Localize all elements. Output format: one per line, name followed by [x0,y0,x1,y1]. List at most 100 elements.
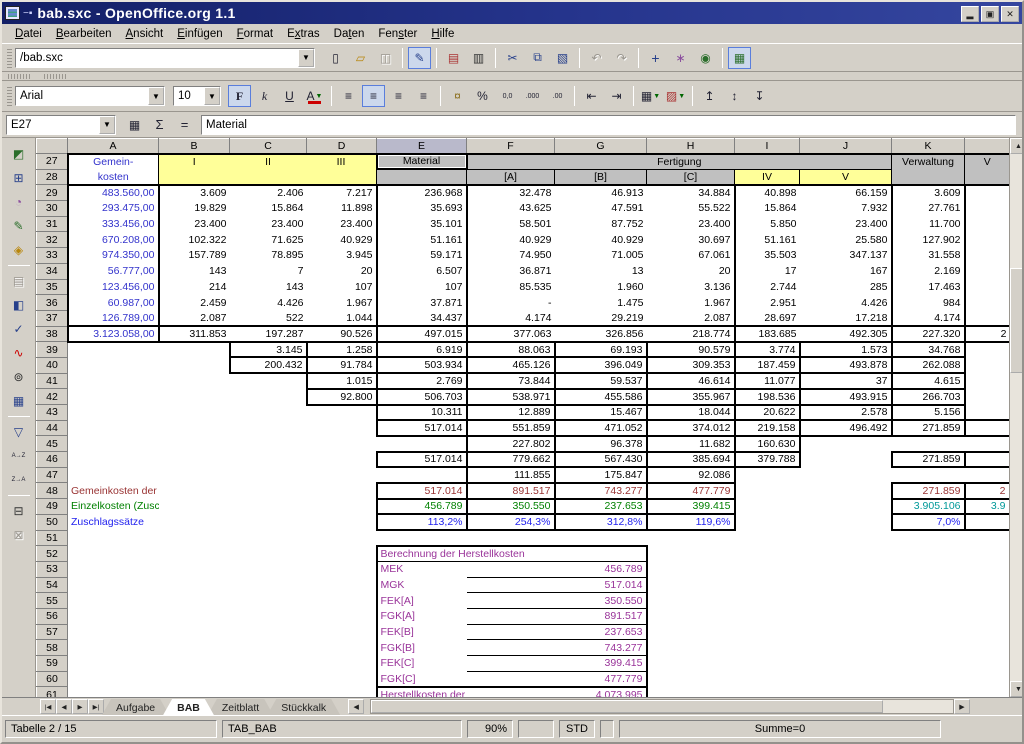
cell-F27[interactable]: Fertigung [467,154,892,170]
cell-E55[interactable]: FEK[A] [377,593,467,609]
cell-G46[interactable]: 567.430 [555,452,647,468]
cell-B49[interactable] [159,499,230,515]
cell-E42[interactable]: 506.703 [377,389,467,405]
cell-B32[interactable]: 102.322 [159,232,230,248]
cell-D51[interactable] [307,530,377,546]
align-top-button[interactable]: ↥ [698,85,721,107]
cell-K29[interactable]: 3.609 [892,185,965,201]
cell-I51[interactable] [735,530,800,546]
column-header-L[interactable] [965,139,1010,154]
vertical-scrollbar[interactable]: ▲ ▼ [1009,138,1022,697]
cell-D40[interactable]: 91.784 [307,357,377,373]
cell-E31[interactable]: 35.101 [377,216,467,232]
cell-C35[interactable]: 143 [230,279,307,295]
toolbar-handle[interactable] [7,86,12,106]
cell-E38[interactable]: 497.015 [377,326,467,342]
cell-G47[interactable]: 175.847 [555,467,647,483]
cell-D30[interactable]: 11.898 [307,201,377,217]
cell-B43[interactable] [159,405,230,421]
cell-B55[interactable] [159,593,230,609]
cell-I60[interactable] [735,671,800,687]
cell-L54[interactable] [965,577,1010,593]
row-header-51[interactable]: 51 [37,530,68,546]
align-center-button[interactable]: ≡ [362,85,385,107]
cell-G40[interactable]: 396.049 [555,357,647,373]
cell-I39[interactable]: 3.774 [735,342,800,358]
cell-F35[interactable]: 85.535 [467,279,555,295]
cell-E27[interactable]: Material [377,154,467,170]
cell-H38[interactable]: 218.774 [647,326,735,342]
cell-A39[interactable] [68,342,159,358]
align-left-button[interactable]: ≡ [337,85,360,107]
stub-handle-icon[interactable] [44,74,66,79]
function-button[interactable]: = [173,114,196,136]
cell-A37[interactable]: 126.789,00 [68,310,159,326]
row-header-40[interactable]: 40 [37,357,68,373]
cell-F38[interactable]: 377.063 [467,326,555,342]
cell-A30[interactable]: 293.475,00 [68,201,159,217]
cell-A45[interactable] [68,436,159,452]
cell-D55[interactable] [307,593,377,609]
row-header-38[interactable]: 38 [37,326,68,342]
cell-A59[interactable] [68,656,159,672]
cell-I34[interactable]: 17 [735,263,800,279]
cell-K33[interactable]: 31.558 [892,248,965,264]
cell-G42[interactable]: 455.586 [555,389,647,405]
cell-E32[interactable]: 51.161 [377,232,467,248]
cell-L49[interactable]: 3.9 [965,499,1010,515]
cell-D57[interactable] [307,624,377,640]
cell-I57[interactable] [735,624,800,640]
cell-F34[interactable]: 36.871 [467,263,555,279]
font-size-input[interactable] [174,90,204,102]
first-sheet-button[interactable]: |◀ [40,699,56,714]
cell-D60[interactable] [307,671,377,687]
cell-C33[interactable]: 78.895 [230,248,307,264]
bold-button[interactable]: F [228,85,251,107]
cell-E58[interactable]: FGK[B] [377,640,467,656]
draw-functions-button[interactable]: ✎ [6,214,32,238]
cell-G31[interactable]: 87.752 [555,216,647,232]
cell-K47[interactable] [892,467,965,483]
background-color-dropdown-icon[interactable]: ▼ [678,93,685,100]
cell-L57[interactable] [965,624,1010,640]
menu-daten[interactable]: Daten [327,26,372,42]
add-decimal-button[interactable]: .000 [521,85,544,107]
cell-E35[interactable]: 107 [377,279,467,295]
cell-E28[interactable] [377,169,467,185]
cell-F47[interactable]: 111.855 [467,467,555,483]
cell-K58[interactable] [892,640,965,656]
column-header-F[interactable]: F [467,139,555,154]
cell-E41[interactable]: 2.769 [377,373,467,389]
cell-I44[interactable]: 219.158 [735,420,800,436]
cell-I45[interactable]: 160.630 [735,436,800,452]
row-header-35[interactable]: 35 [37,279,68,295]
cell-L55[interactable] [965,593,1010,609]
cell-L42[interactable] [965,389,1010,405]
number-format-currency-button[interactable]: ¤ [446,85,469,107]
cell-K61[interactable] [892,687,965,697]
cell-H36[interactable]: 1.967 [647,295,735,311]
row-header-48[interactable]: 48 [37,483,68,499]
row-header-56[interactable]: 56 [37,608,68,624]
cell-H56[interactable] [647,608,735,624]
cell-A42[interactable] [68,389,159,405]
cell-C59[interactable] [230,656,307,672]
cell-B51[interactable] [159,530,230,546]
autofilter-button[interactable]: ▽ [6,420,32,444]
cell-B40[interactable] [159,357,230,373]
cell-K51[interactable] [892,530,965,546]
cell-C55[interactable] [230,593,307,609]
row-header-29[interactable]: 29 [37,185,68,201]
cell-B45[interactable] [159,436,230,452]
cell-K30[interactable]: 27.761 [892,201,965,217]
cell-C40[interactable]: 200.432 [230,357,307,373]
cell-J44[interactable]: 496.492 [800,420,892,436]
cell-D28[interactable] [307,169,377,185]
cell-C27[interactable]: II [230,154,307,170]
cell-H37[interactable]: 2.087 [647,310,735,326]
cell-I47[interactable] [735,467,800,483]
cell-B48[interactable] [159,483,230,499]
cell-H44[interactable]: 374.012 [647,420,735,436]
cell-A56[interactable] [68,608,159,624]
cell-A52[interactable] [68,546,159,562]
